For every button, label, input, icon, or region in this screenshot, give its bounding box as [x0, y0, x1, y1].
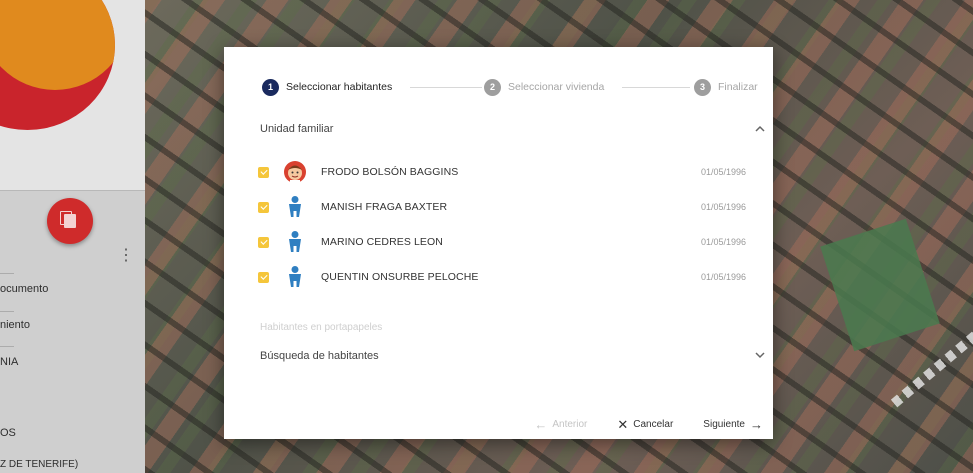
- step-1[interactable]: 1 Seleccionar habitantes: [262, 77, 392, 97]
- step-1-label: Seleccionar habitantes: [286, 81, 393, 93]
- member-birthdate: 01/05/1996: [700, 272, 746, 282]
- search-inhabitants-title: Búsqueda de habitantes: [260, 350, 379, 362]
- document-fab-button[interactable]: [47, 198, 93, 244]
- step-2-label: Seleccionar vivienda: [508, 81, 605, 93]
- arrow-right-icon: →: [750, 416, 763, 432]
- field-1-caption: ——: [0, 270, 14, 277]
- stepper: 1 Seleccionar habitantes 2 Seleccionar v…: [262, 77, 764, 97]
- step-2-number: 2: [484, 78, 501, 96]
- step-connector-1: [410, 87, 482, 88]
- back-button[interactable]: ← Anterior: [534, 418, 587, 431]
- family-member-row[interactable]: MARINO CEDRES LEON 01/05/1996: [258, 228, 756, 256]
- cartoon-face-icon: [283, 160, 307, 184]
- member-checkbox[interactable]: [258, 236, 269, 248]
- next-button[interactable]: Siguiente →: [703, 418, 763, 431]
- field-2-caption: ——: [0, 308, 14, 315]
- member-checkbox[interactable]: [258, 271, 269, 283]
- member-birthdate: 01/05/1996: [700, 237, 746, 247]
- member-birthdate: 01/05/1996: [700, 202, 746, 212]
- select-inhabitants-dialog: 1 Seleccionar habitantes 2 Seleccionar v…: [224, 47, 773, 439]
- side-panel-header: [0, 0, 145, 190]
- brand-logo-shape: [0, 0, 115, 130]
- more-options-icon[interactable]: ⋮: [118, 248, 134, 264]
- field-1-value: ocumento: [0, 283, 49, 295]
- step-3[interactable]: 3 Finalizar: [694, 77, 758, 97]
- back-label: Anterior: [552, 418, 588, 430]
- step-3-number: 3: [694, 78, 711, 96]
- search-inhabitants-header[interactable]: Búsqueda de habitantes: [260, 346, 765, 366]
- clipboard-label: Habitantes en portapapeles: [260, 322, 383, 333]
- family-member-row[interactable]: QUENTIN ONSURBE PELOCHE 01/05/1996: [258, 263, 756, 291]
- arrow-left-icon: ←: [534, 416, 548, 432]
- next-label: Siguiente: [703, 418, 745, 430]
- member-name: MANISH FRAGA BAXTER: [321, 201, 448, 213]
- chevron-down-icon[interactable]: [755, 350, 765, 362]
- step-connector-2: [622, 87, 690, 88]
- step-3-label: Finalizar: [718, 81, 758, 93]
- family-unit-title: Unidad familiar: [260, 123, 334, 135]
- cancel-button[interactable]: ✕ Cancelar: [617, 418, 673, 431]
- person-silhouette-icon: [283, 195, 307, 219]
- close-icon: ✕: [617, 416, 629, 432]
- member-name: QUENTIN ONSURBE PELOCHE: [321, 271, 479, 283]
- member-name: FRODO BOLSÓN BAGGINS: [321, 166, 459, 178]
- family-member-row[interactable]: MANISH FRAGA BAXTER 01/05/1996: [258, 193, 756, 221]
- cancel-label: Cancelar: [633, 418, 674, 430]
- field-4-value: OS: [0, 427, 16, 439]
- chevron-up-icon[interactable]: [755, 123, 765, 135]
- field-3-caption: ——: [0, 343, 14, 350]
- field-5-value: Z DE TENERIFE): [0, 459, 79, 470]
- member-name: MARINO CEDRES LEON: [321, 236, 443, 248]
- side-panel: ⋮ —— ocumento —— niento —— NIA OS Z DE T…: [0, 0, 145, 473]
- member-birthdate: 01/05/1996: [700, 167, 746, 177]
- step-2[interactable]: 2 Seleccionar vivienda: [484, 77, 604, 97]
- side-panel-divider: [0, 190, 145, 191]
- member-checkbox[interactable]: [258, 201, 269, 213]
- dialog-actions: ← Anterior ✕ Cancelar Siguiente →: [504, 415, 763, 433]
- person-silhouette-icon: [283, 230, 307, 254]
- family-member-row[interactable]: FRODO BOLSÓN BAGGINS 01/05/1996: [258, 158, 756, 186]
- field-3-value: NIA: [0, 356, 19, 368]
- member-checkbox[interactable]: [258, 166, 269, 178]
- person-silhouette-icon: [283, 265, 307, 289]
- step-1-number: 1: [262, 78, 279, 96]
- document-icon: [60, 211, 76, 228]
- family-unit-header[interactable]: Unidad familiar: [260, 119, 765, 139]
- field-2-value: niento: [0, 319, 30, 331]
